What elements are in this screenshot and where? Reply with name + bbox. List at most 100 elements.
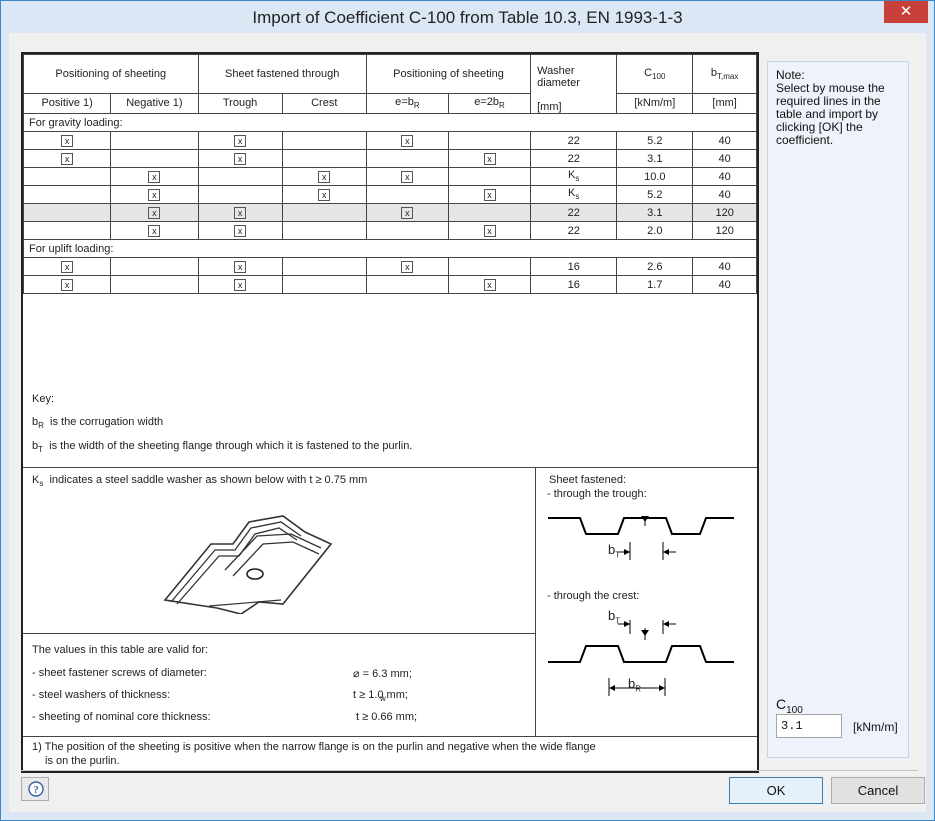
header-bt-max: bT,max (692, 54, 757, 94)
check-mark-icon: x (483, 224, 496, 237)
table-row[interactable]: x x x Ks 5.2 40 (22, 185, 757, 204)
c100-label: C100 (776, 696, 803, 716)
validity-section: The values in this table are valid for: … (23, 634, 536, 737)
table-row[interactable]: x x x 22 2.0 120 (22, 221, 757, 240)
header-washer: Washer diameter [mm] (530, 54, 618, 114)
help-button[interactable]: ? (21, 777, 49, 801)
table-cell (22, 167, 112, 186)
table-cell: x (281, 167, 367, 186)
footnote-section: 1) The position of the sheeting is posit… (23, 737, 757, 771)
saddle-washer-note: Ks indicates a steel saddle washer as sh… (32, 474, 368, 489)
table-cell (110, 131, 199, 150)
saddle-washer-illustration (163, 515, 333, 614)
note-text: Note: Select by mouse the required lines… (776, 68, 885, 147)
table-cell: x (365, 167, 449, 186)
table-cell: x (197, 275, 283, 294)
table-cell: x (365, 257, 449, 276)
table-row[interactable]: x x x Ks 10.0 40 (22, 167, 757, 186)
washer-cell: 22 (530, 203, 618, 222)
validity-value-sheeting: t ≥ 0.66 mm; (356, 711, 418, 723)
saddle-washer-section: Ks indicates a steel saddle washer as sh… (23, 468, 536, 634)
title-bar[interactable]: Import of Coefficient C-100 from Table 1… (1, 1, 934, 33)
validity-row-washer: - steel washers of thickness: (32, 689, 171, 701)
subheader-bt-unit: [mm] (692, 92, 757, 115)
check-mark-icon: x (61, 278, 74, 291)
check-mark-icon: x (234, 278, 247, 291)
c100-cell: 1.7 (616, 275, 694, 294)
ok-button[interactable]: OK (729, 777, 823, 804)
svg-text:?: ? (33, 784, 39, 796)
check-mark-icon: x (234, 152, 247, 165)
c100-cell: 5.2 (616, 185, 694, 204)
washer-cell: 16 (530, 275, 618, 294)
check-mark-icon: x (61, 152, 74, 165)
bt-max-cell: 40 (692, 167, 757, 186)
table-row[interactable]: x x x 16 2.6 40 (22, 257, 757, 276)
table-row[interactable]: x x x 16 1.7 40 (22, 275, 757, 294)
trough-bt-label: bT (608, 542, 621, 560)
washer-cell: Ks (530, 185, 618, 204)
table-cell: x (110, 203, 199, 222)
key-title: Key: (32, 393, 55, 405)
bt-max-cell: 120 (692, 203, 757, 222)
check-mark-icon: x (148, 206, 161, 219)
through-trough-label: - through the trough: (547, 488, 647, 500)
check-mark-icon: x (148, 224, 161, 237)
table-cell (110, 149, 199, 168)
table-cell: x (22, 275, 112, 294)
table-cell (281, 221, 367, 240)
c100-cell: 3.1 (616, 149, 694, 168)
table-cell: x (447, 185, 532, 204)
section-row-uplift: For uplift loading: (23, 239, 757, 258)
header-positioning-2: Positioning of sheeting (365, 54, 532, 94)
subheader-e-br: e=bR (365, 92, 449, 115)
table-cell (281, 131, 367, 150)
validity-row-diameter: - sheet fastener screws of diameter: (32, 667, 207, 679)
table-cell: x (22, 257, 112, 276)
washer-cell: 22 (530, 149, 618, 168)
table-cell: x (197, 203, 283, 222)
section-label-gravity: For gravity loading: (23, 113, 757, 132)
check-mark-icon: x (234, 260, 247, 273)
validity-row-sheeting: - sheeting of nominal core thickness: (32, 711, 211, 723)
table-cell (365, 221, 449, 240)
table-cell (281, 149, 367, 168)
coefficient-table: Positioning of sheeting Sheet fastened t… (22, 54, 757, 294)
table-cell: x (197, 257, 283, 276)
c100-cell: 3.1 (616, 203, 694, 222)
table-header-row: Positioning of sheeting Sheet fastened t… (23, 54, 757, 114)
table-cell (365, 275, 449, 294)
table-cell (22, 221, 112, 240)
table-cell: x (110, 221, 199, 240)
subheader-positive: Positive 1) (22, 92, 112, 115)
table-cell (110, 275, 199, 294)
table-row[interactable]: x x x 22 3.1 120 (22, 203, 757, 222)
c100-cell: 5.2 (616, 131, 694, 150)
close-icon: ✕ (899, 3, 913, 20)
check-mark-icon: x (234, 134, 247, 147)
table-cell: x (447, 275, 532, 294)
c100-unit-label: [kNm/m] (853, 720, 898, 734)
note-panel: Note: Select by mouse the required lines… (767, 61, 909, 758)
table-subheader-row: Positive 1) Negative 1) Trough Crest e=b… (22, 92, 757, 115)
table-cell: x (365, 203, 449, 222)
validity-value-washer: t ≥ 1.0 mm;w (353, 689, 408, 704)
check-mark-icon: x (234, 224, 247, 237)
close-button[interactable]: ✕ (884, 1, 928, 23)
sheet-fastened-title: Sheet fastened: (549, 474, 627, 486)
washer-cell: 22 (530, 221, 618, 240)
subheader-negative: Negative 1) (110, 92, 199, 115)
cancel-button[interactable]: Cancel (831, 777, 925, 804)
crest-br-label: bR (628, 676, 642, 694)
table-row[interactable]: x x x 22 5.2 40 (22, 131, 757, 150)
section-label-uplift: For uplift loading: (23, 239, 757, 258)
table-row[interactable]: x x x 22 3.1 40 (22, 149, 757, 168)
header-c100: C100 (616, 54, 694, 94)
coefficient-sheet: Positioning of sheeting Sheet fastened t… (21, 52, 759, 773)
table-cell (197, 185, 283, 204)
table-cell: x (22, 149, 112, 168)
washer-cell: Ks (530, 167, 618, 186)
table-cell: x (22, 131, 112, 150)
help-icon: ? (28, 781, 44, 797)
c100-value-field[interactable]: 3.1 (776, 714, 842, 738)
